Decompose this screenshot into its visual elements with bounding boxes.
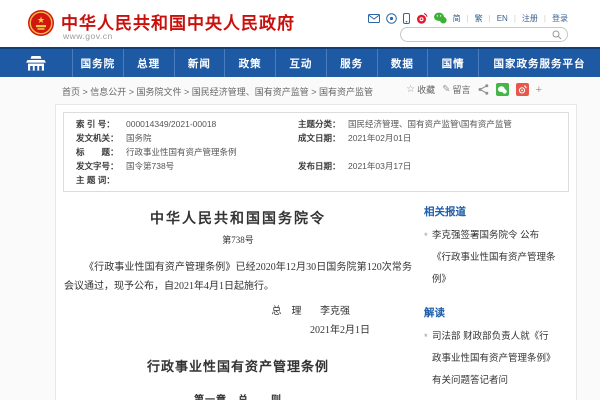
meta-label: 发布日期： xyxy=(298,160,348,172)
register-link[interactable]: 注册 xyxy=(522,13,538,24)
breadcrumb[interactable]: 首页 > 信息公开 > 国务院文件 > 国民经济管理、国有资产监管 > 国有资产… xyxy=(62,85,373,98)
more-share-button[interactable]: + xyxy=(536,84,542,96)
meta-row-title: 标 题： 行政事业性国有资产管理条例 xyxy=(64,145,568,159)
meta-row-docnumber: 发文字号： 国令第738号 发布日期： 2021年03月17日 xyxy=(64,159,568,173)
tiananmen-home-icon xyxy=(23,56,49,71)
item-bullet: * xyxy=(424,226,428,248)
search-icon[interactable] xyxy=(552,30,562,40)
interpretation-text: 司法部 财政部负责人就《行政事业性国有资产管理条例》有关问题答记者问 xyxy=(432,331,556,386)
separator: | xyxy=(514,14,516,23)
site-url: www.gov.cn xyxy=(63,31,113,41)
separator: | xyxy=(544,14,546,23)
decree-number: 第738号 xyxy=(62,233,414,246)
document-body: 中华人民共和国国务院令 第738号 《行政事业性国有资产管理条例》已经2020年… xyxy=(62,192,414,400)
mobile-icon[interactable] xyxy=(403,13,410,24)
meta-label: 发文字号： xyxy=(76,160,126,172)
related-reports-heading: 相关报道 xyxy=(424,204,556,219)
nav-item-service-platform[interactable]: 国家政务服务平台 xyxy=(478,49,600,77)
signature-line: 总 理 李克强 xyxy=(62,302,414,317)
sign-date: 2021年2月1日 xyxy=(62,321,414,336)
meta-label: 主题分类： xyxy=(298,118,348,130)
search-box[interactable] xyxy=(400,27,568,42)
meta-value: 000014349/2021-00018 xyxy=(126,119,298,129)
lang-traditional-link[interactable]: 繁 xyxy=(475,13,483,24)
meta-row-index: 索 引 号： 000014349/2021-00018 主题分类： 国民经济管理… xyxy=(64,117,568,131)
message-button[interactable]: ✎ 留言 xyxy=(442,83,470,96)
page-actions: ☆ 收藏 ✎ 留言 + xyxy=(406,83,542,96)
share-icon[interactable] xyxy=(478,84,489,95)
meta-row-keywords: 主 题 词： xyxy=(64,173,568,187)
related-report-text: 李克强签署国务院令 公布《行政事业性国有资产管理条例》 xyxy=(432,230,556,285)
search-input[interactable] xyxy=(409,29,549,40)
nav-item-shuju[interactable]: 数据 xyxy=(377,49,428,77)
nav-home-button[interactable] xyxy=(0,49,72,77)
meta-label: 索 引 号： xyxy=(76,118,126,130)
meta-value: 行政事业性国有资产管理条例 xyxy=(126,146,568,158)
site-header: ★ 中华人民共和国中央人民政府 www.gov.cn xyxy=(0,0,600,47)
meta-value: 2021年03月17日 xyxy=(348,160,568,172)
favorite-button[interactable]: ☆ 收藏 xyxy=(406,83,435,96)
weibo-share-icon xyxy=(518,85,527,94)
meta-label: 标 题： xyxy=(76,146,126,158)
interpretation-heading: 解读 xyxy=(424,305,556,320)
interpretation-link[interactable]: * 司法部 财政部负责人就《行政事业性国有资产管理条例》有关问题答记者问 xyxy=(424,326,556,392)
message-label: 留言 xyxy=(453,83,471,96)
header-quick-links: 简 | 繁 | EN | 注册 | 登录 xyxy=(368,12,568,24)
decree-title: 中华人民共和国国务院令 xyxy=(62,208,414,228)
meta-label: 成文日期： xyxy=(298,132,348,144)
signer-title: 总 理 xyxy=(272,306,302,317)
separator: | xyxy=(489,14,491,23)
nav-item-fuwu[interactable]: 服务 xyxy=(326,49,377,77)
related-report-link[interactable]: * 李克强签署国务院令 公布《行政事业性国有资产管理条例》 xyxy=(424,225,556,291)
main-nav: 国务院 总理 新闻 政策 互动 服务 数据 国情 国家政务服务平台 xyxy=(0,47,600,77)
meta-row-issuer: 发文机关： 国务院 成文日期： 2021年02月01日 xyxy=(64,131,568,145)
regulation-title: 行政事业性国有资产管理条例 xyxy=(62,356,414,375)
share-wechat-button[interactable] xyxy=(496,83,509,96)
item-bullet: * xyxy=(424,327,428,349)
separator: | xyxy=(467,14,469,23)
lang-simplified-link[interactable]: 简 xyxy=(453,13,461,24)
document-meta-table: 索 引 号： 000014349/2021-00018 主题分类： 国民经济管理… xyxy=(63,112,569,192)
content-panel: 索 引 号： 000014349/2021-00018 主题分类： 国民经济管理… xyxy=(55,104,577,400)
national-emblem-icon: ★ xyxy=(28,10,54,36)
nav-item-zhengce[interactable]: 政策 xyxy=(224,49,275,77)
svg-text:★: ★ xyxy=(37,15,45,25)
decree-paragraph: 《行政事业性国有资产管理条例》已经2020年12月30日国务院第120次常务会议… xyxy=(62,258,414,296)
star-icon: ☆ xyxy=(406,84,415,95)
pencil-icon: ✎ xyxy=(442,84,450,95)
favorite-label: 收藏 xyxy=(417,83,435,96)
meta-value: 2021年02月01日 xyxy=(348,132,568,144)
mail-icon[interactable] xyxy=(368,14,380,23)
lang-english-link[interactable]: EN xyxy=(497,14,508,23)
meta-value: 国令第738号 xyxy=(126,160,298,172)
nav-item-xinwen[interactable]: 新闻 xyxy=(174,49,225,77)
weibo-icon[interactable] xyxy=(416,12,428,24)
share-weibo-button[interactable] xyxy=(516,83,529,96)
meta-label: 主 题 词： xyxy=(76,174,126,186)
login-link[interactable]: 登录 xyxy=(552,13,568,24)
meta-value: 国民经济管理、国有资产监管\国有资产监管 xyxy=(348,118,568,130)
signer-name: 李克强 xyxy=(320,306,350,317)
wechat-share-icon xyxy=(498,86,507,94)
meta-value: 国务院 xyxy=(126,132,298,144)
meta-label: 发文机关： xyxy=(76,132,126,144)
chapter-title: 第一章 总 则 xyxy=(62,391,414,400)
sidebar: 相关报道 * 李克强签署国务院令 公布《行政事业性国有资产管理条例》 解读 * … xyxy=(414,192,570,400)
client-circle-icon[interactable] xyxy=(386,13,397,24)
nav-item-zongli[interactable]: 总理 xyxy=(123,49,174,77)
nav-item-guoqing[interactable]: 国情 xyxy=(427,49,478,77)
nav-item-hudong[interactable]: 互动 xyxy=(275,49,326,77)
wechat-icon[interactable] xyxy=(434,12,447,24)
nav-item-guowuyuan[interactable]: 国务院 xyxy=(72,49,123,77)
